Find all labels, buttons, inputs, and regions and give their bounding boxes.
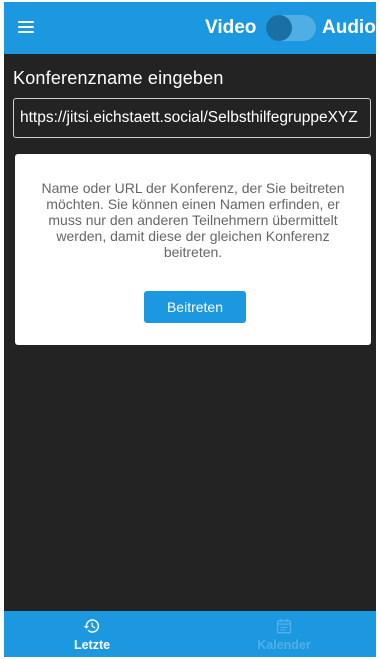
- join-info-card: Name oder URL der Konferenz, der Sie bei…: [15, 154, 371, 345]
- nav-item-calendar[interactable]: Kalender: [224, 611, 344, 657]
- video-mode-label: Video: [205, 17, 257, 38]
- hamburger-menu-icon[interactable]: [18, 20, 34, 34]
- top-bar: Video Audio: [4, 2, 376, 54]
- nav-label-calendar: Kalender: [257, 638, 311, 652]
- audio-mode-label: Audio: [322, 17, 376, 38]
- conference-url-input[interactable]: [13, 98, 371, 138]
- join-button[interactable]: Beitreten: [144, 291, 246, 323]
- nav-label-recent: Letzte: [73, 638, 111, 652]
- app-screen: Video Audio Konferenzname eingeben Name …: [4, 2, 376, 657]
- toggle-knob: [266, 15, 292, 41]
- history-icon: [83, 619, 100, 633]
- help-text: Name oder URL der Konferenz, der Sie bei…: [41, 180, 345, 260]
- page-title: Konferenzname eingeben: [13, 68, 224, 88]
- bottom-navigation: Letzte Kalender: [4, 611, 376, 657]
- audio-only-toggle[interactable]: [266, 15, 316, 41]
- calendar-icon: [276, 618, 292, 634]
- nav-item-recent[interactable]: Letzte: [32, 611, 152, 657]
